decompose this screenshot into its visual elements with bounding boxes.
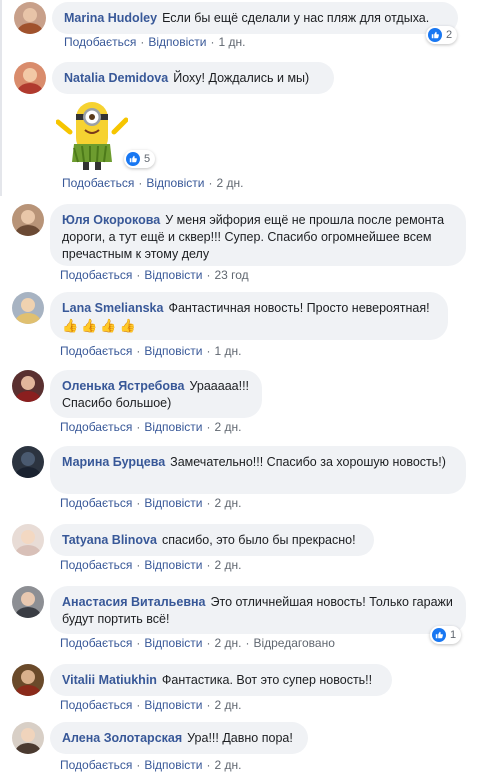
timestamp[interactable]: 2 дн. — [216, 176, 243, 190]
like-button[interactable]: Подобається — [60, 268, 132, 282]
comment-author[interactable]: Vitalii Matiukhin — [62, 673, 157, 687]
comment-bubble: Алена Золотарская Ура!!! Давно пора! — [50, 722, 308, 754]
timestamp[interactable]: 2 дн. — [214, 558, 241, 572]
comment-actions: Подобається · Відповісти · 1 дн. — [64, 35, 246, 49]
like-button[interactable]: Подобається — [60, 698, 132, 712]
comment-actions: Подобається · Відповісти · 2 дн. — [60, 758, 242, 772]
timestamp[interactable]: 1 дн. — [214, 344, 241, 358]
comment-actions: Подобається · Відповісти · 2 дн. · Відредагова… — [60, 636, 335, 650]
comment-bubble: Marina Hudoley Если бы ещё сделали у нас … — [52, 2, 458, 34]
like-button[interactable]: Подобається — [60, 636, 132, 650]
like-button[interactable]: Подобається — [62, 176, 134, 190]
reply-button[interactable]: Відповісти — [144, 558, 202, 572]
timestamp[interactable]: 2 дн. — [214, 758, 241, 772]
comment-bubble: Марина Бурцева Замечательно!!! Спасибо за… — [50, 446, 466, 494]
comment-text: Фантастичная новость! Просто невероятная… — [168, 301, 430, 315]
like-button[interactable]: Подобається — [60, 558, 132, 572]
timestamp[interactable]: 2 дн. — [214, 698, 241, 712]
reply-button[interactable]: Відповісти — [144, 344, 202, 358]
comment-text: Ура!!! Давно пора! — [187, 731, 293, 745]
like-button[interactable]: Подобається — [60, 420, 132, 434]
reply-button[interactable]: Відповісти — [148, 35, 206, 49]
timestamp[interactable]: 2 дн. — [214, 636, 241, 650]
comment-bubble: Tatyana Blinova спасибо, это было бы прек… — [50, 524, 374, 556]
like-icon — [126, 152, 140, 166]
avatar[interactable] — [12, 586, 44, 618]
thread-line — [0, 0, 2, 196]
comment-author[interactable]: Марина Бурцева — [62, 455, 165, 469]
avatar[interactable] — [12, 664, 44, 696]
comment-author[interactable]: Оленька Ястребова — [62, 379, 185, 393]
avatar[interactable] — [12, 722, 44, 754]
comment-bubble: Оленька Ястребова Урааааа!!! Спасибо боль… — [50, 370, 262, 418]
comment-text: спасибо, это было бы прекрасно! — [161, 533, 356, 547]
like-icon — [428, 28, 442, 42]
like-button[interactable]: Подобається — [60, 344, 132, 358]
timestamp[interactable]: 2 дн. — [214, 420, 241, 434]
comment-text: Йоху! Дождались и мы) — [173, 71, 310, 85]
timestamp[interactable]: 1 дн. — [218, 35, 245, 49]
comment-text: Замечательно!!! Спасибо за хорошую новос… — [170, 455, 446, 469]
timestamp[interactable]: 23 год — [214, 268, 248, 282]
comment-actions: Подобається · Відповісти · 2 дн. — [60, 420, 242, 434]
avatar[interactable] — [12, 524, 44, 556]
reply-button[interactable]: Відповісти — [144, 268, 202, 282]
reactions-count[interactable]: 5 — [124, 150, 156, 168]
like-button[interactable]: Подобається — [60, 496, 132, 510]
comment-actions: Подобається · Відповісти · 23 год — [60, 268, 249, 282]
like-button[interactable]: Подобається — [64, 35, 136, 49]
avatar[interactable] — [12, 446, 44, 478]
comment-author[interactable]: Marina Hudoley — [64, 11, 157, 25]
comment-bubble: Vitalii Matiukhin Фантастика. Вот это суп… — [50, 664, 392, 696]
reply-button[interactable]: Відповісти — [144, 636, 202, 650]
reply-button[interactable]: Відповісти — [144, 496, 202, 510]
thumbs-up-emoji: 👍👍👍👍 — [62, 318, 139, 333]
like-icon — [432, 628, 446, 642]
avatar[interactable] — [12, 204, 44, 236]
comment-author[interactable]: Алена Золотарская — [62, 731, 182, 745]
reply-button[interactable]: Відповісти — [144, 420, 202, 434]
comment-actions: Подобається · Відповісти · 1 дн. — [60, 344, 242, 358]
comment-actions: Подобається · Відповісти · 2 дн. — [62, 176, 244, 190]
avatar[interactable] — [12, 370, 44, 402]
comment-author[interactable]: Lana Smelianska — [62, 301, 163, 315]
comment-text: Фантастика. Вот это супер новость!! — [161, 673, 373, 687]
minion-sticker[interactable] — [55, 92, 129, 176]
comment-actions: Подобається · Відповісти · 2 дн. — [60, 558, 242, 572]
comment-author[interactable]: Tatyana Blinova — [62, 533, 157, 547]
reactions-count[interactable]: 2 — [426, 26, 458, 44]
avatar[interactable] — [14, 62, 46, 94]
reactions-count[interactable]: 1 — [430, 626, 462, 644]
comment-bubble: Юля Окорокова У меня эйфория ещё не прошл… — [50, 204, 466, 266]
edited-label[interactable]: Відредаговано — [253, 636, 334, 650]
comment-bubble: Natalia Demidova Йоху! Дождались и мы) — [52, 62, 334, 94]
timestamp[interactable]: 2 дн. — [214, 496, 241, 510]
comment-bubble: Анастасия Витальевна Это отличнейшая ново… — [50, 586, 466, 634]
comment-bubble: Lana Smelianska Фантастичная новость! Про… — [50, 292, 448, 340]
reply-button[interactable]: Відповісти — [146, 176, 204, 190]
like-button[interactable]: Подобається — [60, 758, 132, 772]
comment-actions: Подобається · Відповісти · 2 дн. — [60, 496, 242, 510]
avatar[interactable] — [12, 292, 44, 324]
comment-author[interactable]: Natalia Demidova — [64, 71, 168, 85]
reply-button[interactable]: Відповісти — [144, 698, 202, 712]
comment-text: Если бы ещё сделали у нас пляж для отдых… — [162, 11, 430, 25]
reply-button[interactable]: Відповісти — [144, 758, 202, 772]
comment-author[interactable]: Юля Окорокова — [62, 213, 160, 227]
comment-actions: Подобається · Відповісти · 2 дн. — [60, 698, 242, 712]
avatar[interactable] — [14, 2, 46, 34]
comment-author[interactable]: Анастасия Витальевна — [62, 595, 206, 609]
